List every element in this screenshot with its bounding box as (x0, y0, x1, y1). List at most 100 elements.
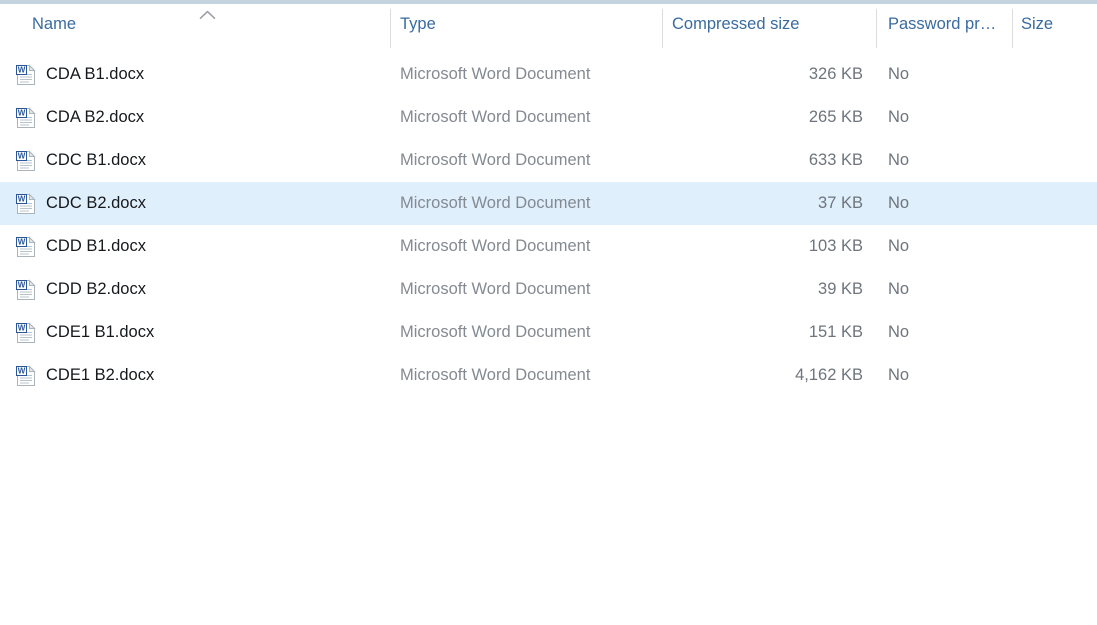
column-header-name[interactable]: Name (0, 4, 390, 45)
column-header-type-label: Type (400, 15, 436, 33)
column-header-compressed-size-label: Compressed size (672, 15, 800, 33)
file-compressed-size-cell: 265 KB (663, 96, 869, 139)
file-compressed-size-cell: 633 KB (663, 139, 869, 182)
file-password-protected-label: No (888, 237, 910, 255)
file-password-protected-label: No (888, 366, 910, 384)
file-size-cell (1013, 225, 1097, 268)
file-password-protected-cell: No (877, 96, 1012, 139)
word-document-icon: W (14, 149, 38, 173)
svg-text:W: W (18, 237, 26, 246)
file-size-cell (1013, 182, 1097, 225)
file-type-label: Microsoft Word Document (400, 108, 591, 126)
file-type-label: Microsoft Word Document (400, 194, 591, 212)
file-name-label: CDA B1.docx (46, 65, 145, 83)
table-row[interactable]: W CDC B2.docx Microsoft Word Document 37… (0, 182, 1097, 225)
file-password-protected-label: No (888, 108, 910, 126)
table-row[interactable]: W CDC B1.docx Microsoft Word Document 63… (0, 139, 1097, 182)
file-password-protected-cell: No (877, 311, 1012, 354)
table-row[interactable]: W CDA B1.docx Microsoft Word Document 32… (0, 53, 1097, 96)
file-size-cell (1013, 139, 1097, 182)
file-password-protected-cell: No (877, 268, 1012, 311)
svg-text:W: W (18, 194, 26, 203)
file-compressed-size-cell: 151 KB (663, 311, 869, 354)
file-type-cell: Microsoft Word Document (391, 354, 662, 397)
file-type-cell: Microsoft Word Document (391, 225, 662, 268)
file-type-cell: Microsoft Word Document (391, 53, 662, 96)
column-header-size[interactable]: Size (1013, 4, 1097, 45)
file-size-cell (1013, 354, 1097, 397)
file-name-label: CDA B2.docx (46, 108, 145, 126)
file-explorer-details-view: Name Type Compressed size Password pr… S… (0, 0, 1097, 625)
column-header-type[interactable]: Type (391, 4, 662, 45)
file-compressed-size-label: 151 KB (808, 323, 863, 341)
column-header-password-protected-label: Password pr… (888, 15, 997, 33)
file-size-cell (1013, 96, 1097, 139)
file-name-cell[interactable]: W CDE1 B1.docx (0, 311, 390, 354)
table-row[interactable]: W CDE1 B1.docx Microsoft Word Document 1… (0, 311, 1097, 354)
file-type-label: Microsoft Word Document (400, 280, 591, 298)
file-type-label: Microsoft Word Document (400, 366, 591, 384)
file-type-cell: Microsoft Word Document (391, 182, 662, 225)
svg-text:W: W (18, 366, 26, 375)
file-type-cell: Microsoft Word Document (391, 139, 662, 182)
svg-text:W: W (18, 280, 26, 289)
file-password-protected-label: No (888, 323, 910, 341)
file-name-label: CDC B2.docx (46, 194, 146, 212)
file-password-protected-label: No (888, 65, 910, 83)
table-row[interactable]: W CDD B1.docx Microsoft Word Document 10… (0, 225, 1097, 268)
file-password-protected-label: No (888, 280, 910, 298)
word-document-icon: W (14, 106, 38, 130)
svg-text:W: W (18, 108, 26, 117)
file-name-cell[interactable]: W CDA B1.docx (0, 53, 390, 96)
column-header-name-label: Name (32, 15, 77, 33)
file-password-protected-cell: No (877, 225, 1012, 268)
file-compressed-size-cell: 39 KB (663, 268, 869, 311)
file-compressed-size-label: 37 KB (818, 194, 863, 212)
word-document-icon: W (14, 63, 38, 87)
svg-text:W: W (18, 151, 26, 160)
file-name-cell[interactable]: W CDA B2.docx (0, 96, 390, 139)
file-type-label: Microsoft Word Document (400, 323, 591, 341)
file-compressed-size-label: 326 KB (808, 65, 863, 83)
file-password-protected-cell: No (877, 182, 1012, 225)
file-compressed-size-label: 39 KB (818, 280, 863, 298)
table-row[interactable]: W CDE1 B2.docx Microsoft Word Document 4… (0, 354, 1097, 397)
file-size-cell (1013, 53, 1097, 96)
file-name-cell[interactable]: W CDE1 B2.docx (0, 354, 390, 397)
word-document-icon: W (14, 235, 38, 259)
file-compressed-size-cell: 37 KB (663, 182, 869, 225)
file-name-label: CDE1 B1.docx (46, 323, 155, 341)
file-name-label: CDD B2.docx (46, 280, 146, 298)
word-document-icon: W (14, 321, 38, 345)
file-compressed-size-cell: 326 KB (663, 53, 869, 96)
file-type-label: Microsoft Word Document (400, 151, 591, 169)
file-size-cell (1013, 268, 1097, 311)
file-compressed-size-label: 4,162 KB (795, 366, 863, 384)
table-row[interactable]: W CDD B2.docx Microsoft Word Document 39… (0, 268, 1097, 311)
word-document-icon: W (14, 192, 38, 216)
file-type-label: Microsoft Word Document (400, 237, 591, 255)
file-name-cell[interactable]: W CDC B2.docx (0, 182, 390, 225)
column-header-password-protected[interactable]: Password pr… (877, 4, 1012, 45)
column-header-compressed-size[interactable]: Compressed size (663, 4, 876, 45)
file-password-protected-cell: No (877, 139, 1012, 182)
file-compressed-size-label: 265 KB (808, 108, 863, 126)
file-list: W CDA B1.docx Microsoft Word Document 32… (0, 53, 1097, 625)
file-name-cell[interactable]: W CDD B2.docx (0, 268, 390, 311)
table-row[interactable]: W CDA B2.docx Microsoft Word Document 26… (0, 96, 1097, 139)
file-name-cell[interactable]: W CDD B1.docx (0, 225, 390, 268)
file-password-protected-cell: No (877, 53, 1012, 96)
file-name-cell[interactable]: W CDC B1.docx (0, 139, 390, 182)
file-name-label: CDE1 B2.docx (46, 366, 155, 384)
file-type-cell: Microsoft Word Document (391, 96, 662, 139)
file-name-label: CDD B1.docx (46, 237, 146, 255)
file-password-protected-label: No (888, 151, 910, 169)
file-compressed-size-cell: 103 KB (663, 225, 869, 268)
column-header-size-label: Size (1021, 15, 1054, 33)
word-document-icon: W (14, 364, 38, 388)
file-type-label: Microsoft Word Document (400, 65, 591, 83)
file-compressed-size-label: 633 KB (808, 151, 863, 169)
word-document-icon: W (14, 278, 38, 302)
svg-text:W: W (18, 65, 26, 74)
svg-text:W: W (18, 323, 26, 332)
